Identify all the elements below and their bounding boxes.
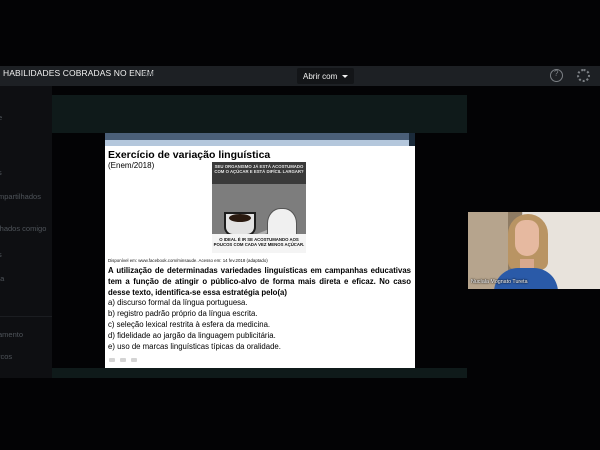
- sidebar-item-storage[interactable]: amento: [0, 330, 23, 339]
- chevron-down-icon: [342, 74, 349, 78]
- slide-subtitle: (Enem/2018): [108, 161, 155, 170]
- question-stem: A utilização de determinadas variedades …: [108, 266, 411, 297]
- file-title: HABILIDADES COBRADAS NO ENEM: [3, 68, 155, 78]
- answer-option-e: e) uso de marcas linguísticas típicas da…: [108, 342, 281, 351]
- prev-slide-icon[interactable]: [109, 358, 115, 362]
- sidebar-item-shared-with-me[interactable]: lhados comigo: [0, 224, 46, 233]
- presenter-face: [515, 220, 539, 256]
- open-with-label: Abrir com: [303, 71, 338, 81]
- campaign-poster: SEU ORGANISMO JÁ ESTÁ ACOSTUMADO COM O A…: [212, 162, 306, 253]
- drive-sidebar: e s mpartilhados lhados comigo s ta amen…: [0, 86, 52, 378]
- slide-title: Exercício de variação linguística: [108, 149, 271, 161]
- answer-option-d: d) fidelidade ao jargão da linguagem pub…: [108, 331, 276, 340]
- presentation-slide: Exercício de variação linguística (Enem/…: [105, 133, 415, 368]
- sidebar-item[interactable]: s: [0, 250, 2, 259]
- poster-tagline: O IDEAL É IR SE ACOSTUMANDO AOS POUCOS C…: [212, 234, 306, 253]
- preview-header: HABILIDADES COBRADAS NO ENEM mp4 Abrir c…: [0, 66, 600, 86]
- poster-source: Disponível em: www.facebook.com/minsaude…: [108, 258, 268, 263]
- sidebar-item[interactable]: e: [0, 113, 2, 122]
- open-with-button[interactable]: Abrir com: [297, 68, 355, 84]
- video-band-bottom: [52, 368, 467, 378]
- poster-headline: SEU ORGANISMO JÁ ESTÁ ACOSTUMADO COM O A…: [212, 162, 306, 184]
- slide-menu-icon[interactable]: [120, 358, 126, 362]
- file-extension: mp4: [140, 69, 155, 78]
- sidebar-item[interactable]: rcos: [0, 352, 12, 361]
- sidebar-divider: [0, 316, 52, 317]
- help-icon[interactable]: [550, 69, 563, 82]
- presenter-name: Nucíala Mognato Tureta: [471, 279, 528, 285]
- sidebar-item[interactable]: s: [0, 168, 2, 177]
- slide-header-bar: [105, 133, 415, 140]
- slide-corner-accent: [409, 133, 415, 146]
- answer-option-c: c) seleção lexical restrita à esfera da …: [108, 320, 271, 329]
- answer-option-b: b) registro padrão próprio da língua esc…: [108, 309, 258, 318]
- slide-nav-controls: [109, 358, 137, 362]
- poster-photo: [212, 184, 306, 243]
- sidebar-item-shared[interactable]: mpartilhados: [0, 192, 41, 201]
- answer-option-a: a) discurso formal da língua portuguesa.: [108, 298, 248, 307]
- answer-options: a) discurso formal da língua portuguesa.…: [108, 297, 411, 352]
- settings-icon[interactable]: [577, 69, 590, 82]
- next-slide-icon[interactable]: [131, 358, 137, 362]
- slide-header-stripe: [105, 140, 415, 146]
- presenter-webcam: Nucíala Mognato Tureta: [468, 212, 600, 289]
- video-band-top: [52, 95, 467, 133]
- sidebar-item-trash[interactable]: ta: [0, 274, 4, 283]
- coffee: [229, 214, 251, 222]
